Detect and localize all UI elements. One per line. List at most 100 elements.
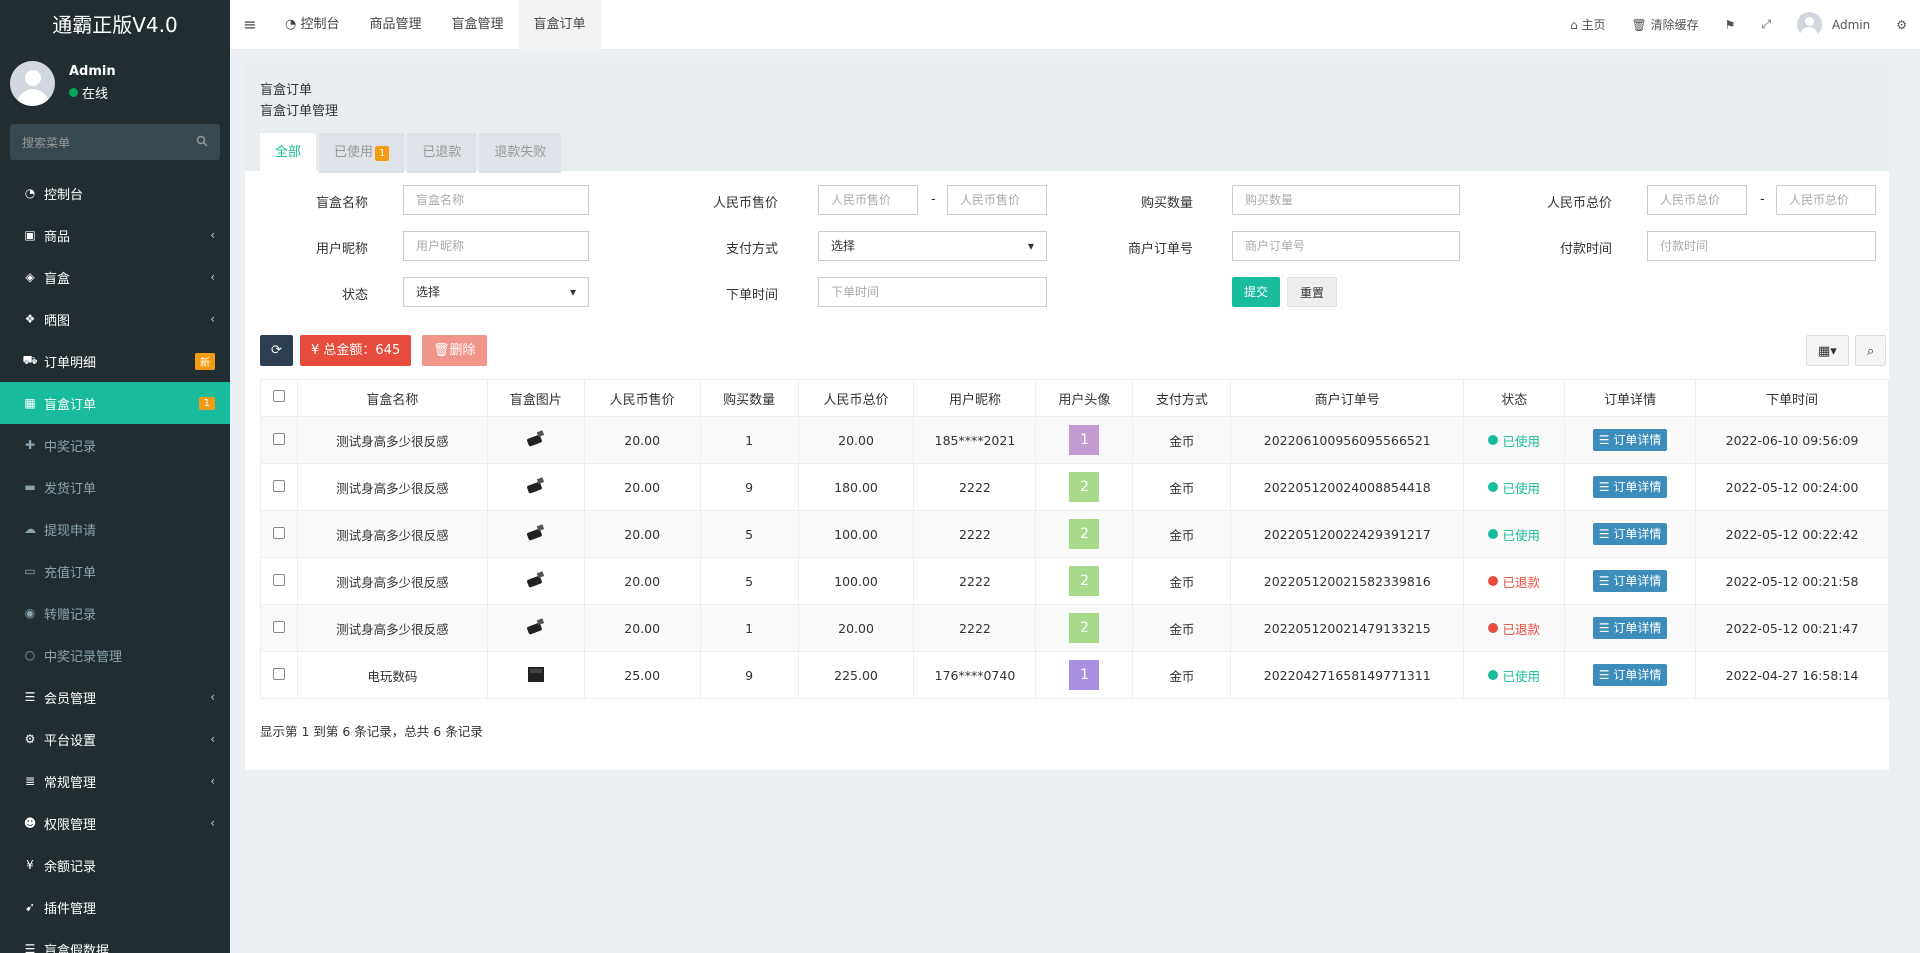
avatar[interactable]: 2 (1069, 566, 1100, 596)
sidebar-item[interactable]: ❖ 晒图 ‹ (0, 298, 230, 340)
label-qty: 购买数量 (1140, 196, 1193, 211)
tab-used[interactable]: 已使用 1 (319, 133, 405, 173)
rmb-price: 20.00 (583, 510, 701, 558)
table-row[interactable]: 测试身高多少很反感 20.00 5 100.00 2222 2 金币 202205120021… (260, 557, 1889, 605)
status-dot-icon (1488, 435, 1499, 445)
rmb-price-min-input[interactable]: 人民币售价 (818, 185, 918, 215)
orders-table: 盲盒名称 盲盒图片 人民币售价 购买数量 人民币总价 用户昵称 用户头像 支付方… (260, 379, 1889, 699)
sidebar-item[interactable]: ☻ 权限管理 ‹ (0, 802, 230, 844)
merchant-no-input[interactable]: 商户订单号 (1232, 231, 1460, 261)
rmb-total-max-input[interactable]: 人民币总价 (1776, 185, 1876, 215)
sidebar-item[interactable]: ⛟ 订单明细 新 (0, 340, 230, 382)
box-image[interactable] (486, 557, 585, 605)
row-checkbox[interactable] (260, 557, 298, 605)
qty-input[interactable]: 购买数量 (1232, 185, 1460, 215)
nickname-input[interactable]: 用户昵称 (403, 231, 589, 261)
status-select[interactable]: 选择 ▾ (403, 277, 589, 307)
sidebar-item[interactable]: ¥ 余额记录 (0, 844, 230, 886)
box-image[interactable] (486, 510, 585, 558)
tab-refund-failed[interactable]: 退款失败 (479, 133, 562, 173)
language-icon[interactable]: ⚑ (1712, 18, 1749, 32)
sidebar-item[interactable]: ▬ 发货订单 (0, 466, 230, 508)
sidebar-item[interactable]: ☰ 会员管理 ‹ (0, 676, 230, 718)
row-checkbox[interactable] (260, 510, 298, 558)
table-row[interactable]: 测试身高多少很反感 20.00 1 20.00 185****2021 1 金币 202206… (260, 416, 1889, 464)
clear-cache-button[interactable]: 🗑 清除缓存 (1619, 16, 1712, 33)
avatar[interactable]: 1 (1069, 660, 1100, 690)
sidebar-item[interactable]: ○ 中奖记录管理 (0, 634, 230, 676)
sidebar-item[interactable]: ☁ 提现申请 (0, 508, 230, 550)
tab-blindbox-orders[interactable]: 盲盒订单 (518, 0, 601, 50)
order-detail-button[interactable]: ☰ 订单详情 (1592, 429, 1668, 451)
columns-toggle-button[interactable]: ▦▾ (1806, 335, 1849, 366)
order-detail-button[interactable]: ☰ 订单详情 (1592, 617, 1668, 639)
fullscreen-icon[interactable]: ⤢ (1748, 17, 1784, 32)
search-icon[interactable] (196, 135, 208, 150)
row-checkbox[interactable] (260, 463, 298, 511)
sidebar-search-input[interactable]: 搜索菜单 (10, 124, 220, 160)
tab-refunded[interactable]: 已退款 (407, 133, 477, 173)
menu-toggle-icon[interactable]: ≡ (230, 15, 270, 34)
rmb-total-min-input[interactable]: 人民币总价 (1647, 185, 1747, 215)
total-amount-button[interactable]: ¥ 总金额：645 (300, 335, 412, 366)
avatar[interactable]: 1 (1069, 425, 1100, 455)
sidebar-item[interactable]: ✚ 中奖记录 (0, 424, 230, 466)
box-image[interactable] (486, 651, 585, 699)
order-detail-button[interactable]: ☰ 订单详情 (1592, 476, 1668, 498)
order-detail-button[interactable]: ☰ 订单详情 (1592, 570, 1668, 592)
sidebar-item[interactable]: ≣ 常规管理 ‹ (0, 760, 230, 802)
order-time-input[interactable]: 下单时间 (818, 277, 1047, 307)
product-thumbnail-icon[interactable] (524, 615, 548, 639)
tab-blindbox[interactable]: 盲盒管理 (437, 0, 519, 50)
order-detail-button[interactable]: ☰ 订单详情 (1592, 523, 1668, 545)
gears-icon[interactable]: ⚙ (1883, 18, 1920, 32)
sidebar-item[interactable]: ◈ 盲盒 ‹ (0, 256, 230, 298)
pay-time-input[interactable]: 付款时间 (1647, 231, 1876, 261)
table-row[interactable]: 测试身高多少很反感 20.00 9 180.00 2222 2 金币 202205120024… (260, 463, 1889, 511)
user-menu[interactable]: Admin (1784, 12, 1883, 37)
delete-button[interactable]: 🗑删除 (422, 335, 487, 366)
pay-method: 金币 (1132, 510, 1232, 558)
box-image[interactable] (486, 604, 585, 652)
sidebar-item[interactable]: ◉ 转赠记录 (0, 592, 230, 634)
sidebar-item-label: 充值订单 (44, 565, 97, 581)
pay-method-select[interactable]: 选择 ▾ (818, 231, 1047, 261)
product-thumbnail-icon[interactable] (524, 474, 548, 498)
sidebar-item[interactable]: ⚙ 平台设置 ‹ (0, 718, 230, 760)
box-image[interactable] (486, 416, 585, 464)
avatar[interactable]: 2 (1069, 519, 1100, 549)
home-link[interactable]: ⌂ 主页 (1557, 16, 1618, 33)
avatar[interactable]: 2 (1069, 613, 1100, 643)
box-name-input[interactable]: 盲盒名称 (403, 185, 589, 215)
tab-dashboard[interactable]: ◔ 控制台 (270, 0, 355, 50)
row-checkbox[interactable] (260, 416, 298, 464)
row-checkbox[interactable] (260, 604, 298, 652)
submit-button[interactable]: 提交 (1232, 277, 1281, 307)
rmb-price-max-input[interactable]: 人民币售价 (947, 185, 1047, 215)
table-row[interactable]: 测试身高多少很反感 20.00 5 100.00 2222 2 金币 202205120022… (260, 510, 1889, 558)
box-image[interactable] (486, 463, 585, 511)
reset-button[interactable]: 重置 (1287, 277, 1338, 307)
pay-method: 金币 (1132, 463, 1232, 511)
sidebar-item[interactable]: ☰ 盲盒假数据 (0, 928, 230, 953)
avatar[interactable]: 2 (1069, 472, 1100, 502)
table-row[interactable]: 电玩数码 25.00 9 225.00 176****0740 1 金币 2022042716… (260, 651, 1889, 699)
product-thumbnail-icon[interactable] (524, 521, 548, 545)
product-thumbnail-icon[interactable] (524, 427, 548, 451)
sidebar-item[interactable]: ▣ 商品 ‹ (0, 214, 230, 256)
sidebar-item[interactable]: ➹ 插件管理 (0, 886, 230, 928)
table-row[interactable]: 测试身高多少很反感 20.00 1 20.00 2222 2 金币 2022051200214… (260, 604, 1889, 652)
select-all-checkbox[interactable] (260, 379, 298, 417)
search-toggle-button[interactable]: ⌕ (1855, 335, 1887, 366)
sidebar-item[interactable]: ▭ 充值订单 (0, 550, 230, 592)
top-navbar: ≡ ◔ 控制台 商品管理 盲盒管理 盲盒订单 ⌂ 主页 🗑 清除缓存 ⚑ ⤢ A… (230, 0, 1920, 50)
tab-all[interactable]: 全部 (260, 133, 317, 173)
product-thumbnail-icon[interactable] (524, 662, 548, 686)
sidebar-item[interactable]: ◔ 控制台 (0, 172, 230, 214)
refresh-button[interactable]: ⟳ (260, 335, 293, 366)
tab-goods[interactable]: 商品管理 (355, 0, 437, 50)
product-thumbnail-icon[interactable] (524, 568, 548, 592)
row-checkbox[interactable] (260, 651, 298, 699)
order-detail-button[interactable]: ☰ 订单详情 (1592, 664, 1668, 686)
sidebar-item[interactable]: ▦ 盲盒订单 1 (0, 382, 230, 424)
